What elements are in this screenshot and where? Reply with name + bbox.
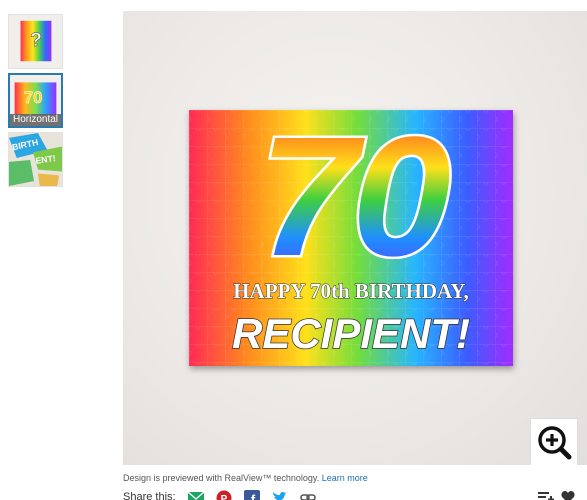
greeting-line-1: HAPPY 70th BIRTHDAY, (233, 279, 469, 303)
product-preview: 70 HAPPY 70th BIRTHDAY, RECIPIENT! (123, 11, 587, 465)
puzzle-artwork: 70 HAPPY 70th BIRTHDAY, RECIPIENT! (189, 110, 513, 366)
thumbnail-horizontal[interactable]: 70 Horizontal (8, 73, 63, 128)
svg-text:70: 70 (24, 88, 43, 107)
email-icon[interactable] (187, 490, 205, 500)
thumbnail-label: Horizontal (10, 114, 61, 126)
loose-pieces-thumbnail: BIRTH ENT! (9, 133, 62, 186)
svg-text:P: P (220, 494, 227, 500)
greeting-line-2: RECIPIENT! (232, 310, 470, 357)
thumbnail-pieces[interactable]: BIRTH ENT! (8, 132, 63, 187)
svg-text:f: f (250, 492, 255, 500)
big-number: 70 (259, 110, 450, 291)
list-actions (538, 490, 576, 500)
add-to-list-icon[interactable] (538, 490, 554, 500)
learn-more-link[interactable]: Learn more (322, 473, 368, 483)
link-icon[interactable] (299, 490, 316, 500)
caption-text: Design is previewed with RealView™ techn… (123, 473, 320, 483)
zoom-button[interactable] (530, 418, 578, 465)
portrait-puzzle-thumbnail: ? (9, 15, 62, 68)
zoom-in-icon (538, 426, 572, 460)
thumbnail-strip: ? 70 Horizontal BIRTH ENT! (8, 14, 63, 191)
twitter-icon[interactable] (272, 490, 288, 500)
realview-caption: Design is previewed with RealView™ techn… (123, 473, 368, 483)
share-bar: Share this: P f (123, 490, 316, 500)
puzzle-image: 70 HAPPY 70th BIRTHDAY, RECIPIENT! (189, 110, 513, 366)
heart-icon[interactable] (560, 490, 576, 500)
share-label: Share this: (123, 491, 176, 500)
thumbnail-portrait[interactable]: ? (8, 14, 63, 69)
facebook-icon[interactable]: f (243, 490, 260, 500)
pinterest-icon[interactable]: P (216, 490, 232, 500)
svg-text:?: ? (30, 30, 42, 51)
